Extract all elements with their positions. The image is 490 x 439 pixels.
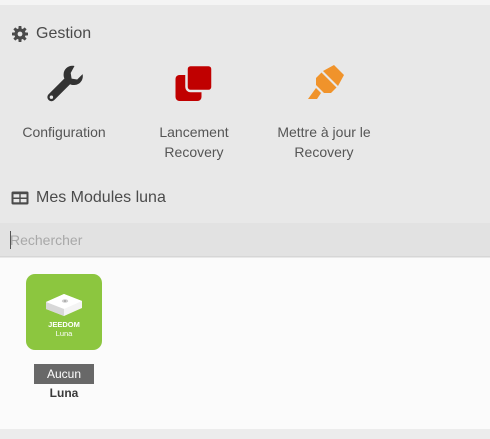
highlighter-icon xyxy=(264,60,384,106)
text-cursor xyxy=(10,231,11,249)
logo-luna-text: Luna xyxy=(56,329,74,338)
luna-module-thumbnail: JEEDOM Luna xyxy=(26,274,102,350)
update-recovery-action[interactable]: Mettre à jour le Recovery xyxy=(264,60,384,162)
gear-icon xyxy=(11,25,29,43)
modules-panel: JEEDOM Luna Aucun Luna xyxy=(0,258,490,429)
gestion-title-text: Gestion xyxy=(36,25,92,42)
bottom-border xyxy=(0,429,490,439)
gestion-section-title: Gestion xyxy=(11,25,91,43)
table-icon xyxy=(11,189,29,207)
top-border xyxy=(0,0,490,5)
configuration-label: Configuration xyxy=(22,124,106,140)
plugin-page: Gestion Configuration Lancement Recovery xyxy=(0,0,490,439)
search-input[interactable] xyxy=(0,223,490,256)
module-name: Luna xyxy=(49,386,79,400)
logo-jeedom-text: JEEDOM xyxy=(48,320,80,329)
wrench-icon xyxy=(4,60,124,106)
luna-device-image: JEEDOM Luna xyxy=(46,294,82,338)
configuration-action[interactable]: Configuration xyxy=(4,60,124,142)
launch-recovery-action[interactable]: Lancement Recovery xyxy=(134,60,254,162)
launch-recovery-label: Lancement Recovery xyxy=(159,124,229,160)
search-bar xyxy=(0,223,490,257)
copy-squares-icon xyxy=(134,60,254,106)
modules-section-title: Mes Modules luna xyxy=(11,189,166,207)
update-recovery-label: Mettre à jour le Recovery xyxy=(277,124,371,160)
module-status-badge: Aucun xyxy=(33,364,95,384)
module-card-luna[interactable]: JEEDOM Luna Aucun Luna xyxy=(22,274,106,400)
modules-title-text: Mes Modules luna xyxy=(36,189,166,206)
gestion-actions: Configuration Lancement Recovery Mettre … xyxy=(0,60,490,170)
